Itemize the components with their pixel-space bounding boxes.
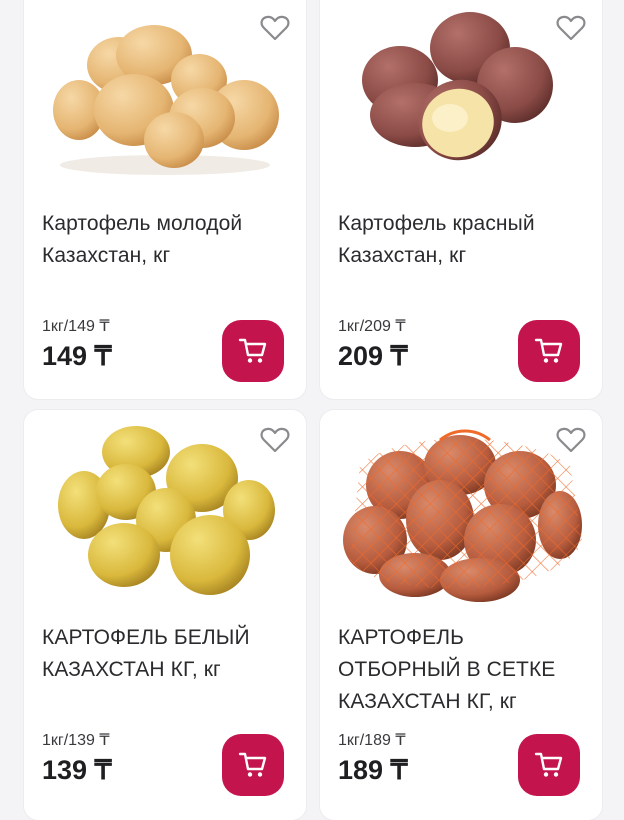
product-card[interactable]: КАРТОФЕЛЬ БЕЛЫЙ КАЗАХСТАН КГ, кг 1кг/139… <box>24 410 306 820</box>
product-card[interactable]: Картофель красный Казахстан, кг 1кг/209 … <box>320 0 602 399</box>
product-title[interactable]: Картофель молодой Казахстан, кг <box>42 208 288 272</box>
young-potatoes-image <box>53 25 279 175</box>
add-to-cart-button[interactable] <box>222 320 284 382</box>
red-potatoes-image <box>362 12 553 161</box>
add-to-cart-button[interactable] <box>518 734 580 796</box>
shopping-cart-icon <box>238 752 267 777</box>
shopping-cart-icon <box>534 338 563 363</box>
unit-price: 1кг/139 ₸ <box>42 732 110 749</box>
price: 209 ₸ <box>338 341 408 371</box>
product-title[interactable]: Картофель красный Казахстан, кг <box>338 208 584 272</box>
netted-potatoes-image <box>343 429 582 602</box>
shopping-cart-icon <box>534 752 563 777</box>
add-to-cart-button[interactable] <box>518 320 580 382</box>
price: 149 ₸ <box>42 341 112 371</box>
add-to-cart-button[interactable] <box>222 734 284 796</box>
product-title[interactable]: КАРТОФЕЛЬ ОТБОРНЫЙ В СЕТКЕ КАЗАХСТАН КГ,… <box>338 622 584 718</box>
product-title[interactable]: КАРТОФЕЛЬ БЕЛЫЙ КАЗАХСТАН КГ, кг <box>42 622 288 686</box>
price: 189 ₸ <box>338 755 408 785</box>
product-card[interactable]: КАРТОФЕЛЬ ОТБОРНЫЙ В СЕТКЕ КАЗАХСТАН КГ,… <box>320 410 602 820</box>
unit-price: 1кг/209 ₸ <box>338 318 406 335</box>
product-card[interactable]: Картофель молодой Казахстан, кг 1кг/149 … <box>24 0 306 399</box>
unit-price: 1кг/189 ₸ <box>338 732 406 749</box>
price: 139 ₸ <box>42 755 112 785</box>
white-potatoes-image <box>58 426 275 595</box>
shopping-cart-icon <box>238 338 267 363</box>
unit-price: 1кг/149 ₸ <box>42 318 110 335</box>
